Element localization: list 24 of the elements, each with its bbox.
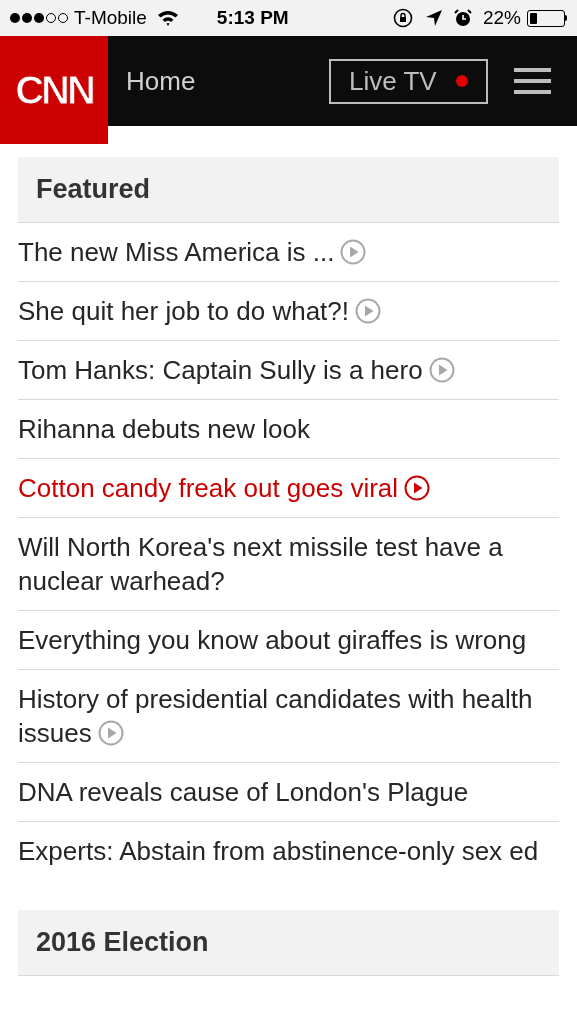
- battery-icon: [527, 9, 567, 27]
- cnn-logo: CNN: [0, 36, 108, 144]
- headline-link[interactable]: Rihanna debuts new look: [18, 400, 559, 459]
- headline-link[interactable]: Everything you know about giraffes is wrong: [18, 611, 559, 670]
- headline-link[interactable]: Will North Korea's next missile test have a nuclear warhead?: [18, 518, 559, 611]
- page-title: Home: [126, 64, 196, 98]
- live-tv-button[interactable]: Live TV: [329, 58, 488, 104]
- section-header: 2016 Election: [18, 910, 559, 976]
- carrier-name: T-Mobile: [74, 5, 147, 30]
- menu-button[interactable]: [514, 68, 551, 94]
- wifi-icon: [156, 10, 179, 26]
- status-time: 5:13 PM: [216, 5, 289, 30]
- headline-link[interactable]: Tom Hanks: Captain Sully is a hero: [18, 341, 559, 400]
- rotation-lock-icon: [392, 8, 413, 28]
- headline-link[interactable]: DNA reveals cause of London's Plague: [18, 763, 559, 822]
- battery-percent: 22%: [482, 5, 521, 30]
- alarm-clock-icon: [452, 8, 473, 28]
- headline-link[interactable]: The new Miss America is ...: [18, 223, 559, 282]
- headline-link[interactable]: Experts: Abstain from abstinence-only sex ed: [18, 822, 559, 880]
- headline-link[interactable]: She quit her job to do what?!: [18, 282, 559, 341]
- section-header: Featured: [18, 157, 559, 223]
- headline-link[interactable]: History of presidential candidates with health issues: [18, 670, 559, 763]
- location-arrow-icon: [424, 9, 443, 27]
- headline-link[interactable]: Cotton candy freak out goes viral: [18, 459, 559, 518]
